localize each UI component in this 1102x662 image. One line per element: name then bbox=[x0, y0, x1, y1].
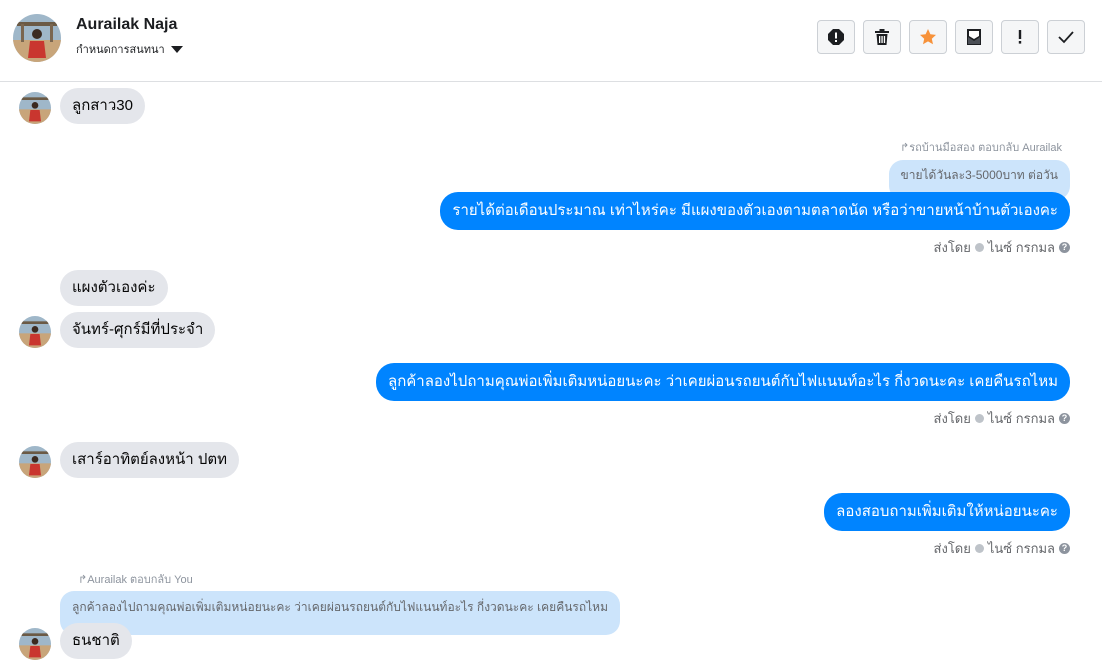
message-bubble-outgoing[interactable]: ลูกค้าลองไปถามคุณพ่อเพิ่มเติมหน่อยนะคะ ว… bbox=[376, 363, 1070, 401]
contact-name[interactable]: Aurailak Naja bbox=[76, 16, 177, 34]
report-icon bbox=[828, 29, 844, 45]
caret-down-icon bbox=[170, 45, 183, 53]
trash-icon bbox=[875, 29, 889, 45]
avatar[interactable] bbox=[19, 446, 51, 478]
star-icon bbox=[920, 29, 936, 45]
archive-button[interactable] bbox=[955, 20, 993, 54]
conversation-header: Aurailak Naja กำหนดการสนทนา bbox=[0, 0, 1102, 82]
help-icon[interactable]: ? bbox=[1059, 543, 1070, 554]
avatar[interactable] bbox=[19, 92, 51, 124]
star-button[interactable] bbox=[909, 20, 947, 54]
reply-label: ↱รถบ้านมือสอง ตอบกลับ Aurailak bbox=[900, 142, 1062, 154]
check-icon bbox=[1058, 31, 1074, 44]
sent-by-info: ส่งโดย ไนซ์ กรกมล ? bbox=[934, 408, 1070, 429]
sender-name[interactable]: ไนซ์ กรกมล bbox=[988, 408, 1055, 429]
message-bubble-incoming[interactable]: ลูกสาว30 bbox=[60, 88, 145, 124]
mark-spam-button[interactable] bbox=[1001, 20, 1039, 54]
delete-button[interactable] bbox=[863, 20, 901, 54]
mark-done-button[interactable] bbox=[1047, 20, 1085, 54]
mail-archive-icon bbox=[967, 29, 981, 45]
sent-by-label: ส่งโดย bbox=[933, 411, 971, 426]
sent-by-label: ส่งโดย bbox=[933, 541, 971, 556]
avatar[interactable] bbox=[13, 14, 61, 62]
toolbar bbox=[817, 20, 1085, 54]
help-icon[interactable]: ? bbox=[1059, 242, 1070, 253]
sent-by-label: ส่งโดย bbox=[933, 240, 971, 255]
sent-by-info: ส่งโดย ไนซ์ กรกมล ? bbox=[934, 538, 1070, 559]
message-bubble-incoming[interactable]: เสาร์อาทิตย์ลงหน้า ปตท bbox=[60, 442, 240, 478]
page-icon bbox=[974, 414, 984, 423]
message-bubble-outgoing[interactable]: รายได้ต่อเดือนประมาณ เท่าไหร่คะ มีแผงของ… bbox=[440, 192, 1070, 230]
message-bubble-incoming[interactable]: แผงตัวเองค่ะ bbox=[60, 270, 168, 306]
sender-name[interactable]: ไนซ์ กรกมล bbox=[988, 538, 1055, 559]
avatar[interactable] bbox=[19, 316, 51, 348]
sent-by-info: ส่งโดย ไนซ์ กรกมล ? bbox=[934, 237, 1070, 258]
help-icon[interactable]: ? bbox=[1059, 413, 1070, 424]
page-icon bbox=[974, 544, 984, 553]
sender-name[interactable]: ไนซ์ กรกมล bbox=[988, 237, 1055, 258]
message-bubble-incoming[interactable]: จันทร์-ศุกร์มีที่ประจำ bbox=[60, 312, 216, 348]
quoted-message[interactable]: ลูกค้าลองไปถามคุณพ่อเพิ่มเติมหน่อยนะคะ ว… bbox=[60, 591, 620, 635]
reply-label: ↱Aurailak ตอบกลับ You bbox=[78, 574, 193, 586]
page-icon bbox=[974, 243, 984, 252]
avatar[interactable] bbox=[19, 628, 51, 660]
conversation-options-label: กำหนดการสนทนา bbox=[76, 44, 165, 56]
exclamation-icon bbox=[1018, 30, 1022, 44]
message-bubble-incoming[interactable]: ธนชาติ bbox=[60, 623, 132, 659]
conversation-options-dropdown[interactable]: กำหนดการสนทนา bbox=[76, 40, 183, 58]
report-button[interactable] bbox=[817, 20, 855, 54]
message-bubble-outgoing[interactable]: ลองสอบถามเพิ่มเติมให้หน่อยนะคะ bbox=[824, 493, 1070, 531]
